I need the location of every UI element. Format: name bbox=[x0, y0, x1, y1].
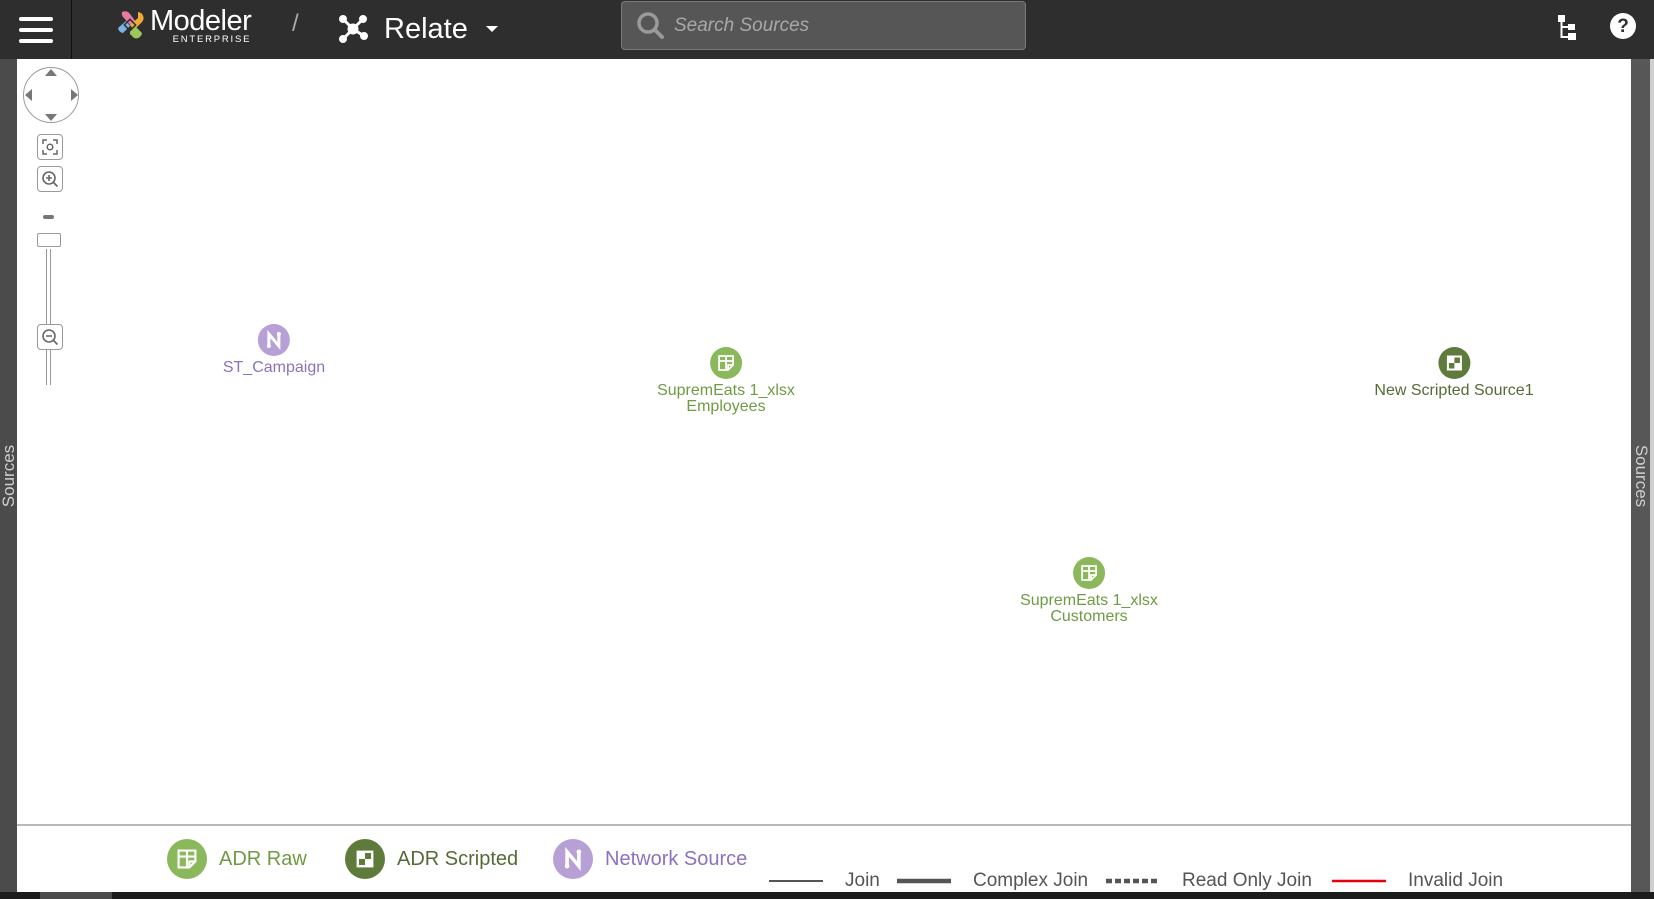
legend-panel: ADR Raw ADR Scripted Network Source Join… bbox=[17, 826, 1631, 892]
right-sources-label: Sources bbox=[1631, 444, 1651, 507]
node-label-line1: SupremEats 1_xlsx bbox=[657, 382, 795, 399]
horizontal-scrollbar[interactable] bbox=[0, 892, 1654, 899]
legend-network-source: Network Source bbox=[553, 839, 747, 879]
brand-name: Modeler bbox=[150, 5, 252, 37]
top-header: Modeler ENTERPRISE / Relate ? bbox=[0, 0, 1654, 59]
search-input[interactable] bbox=[674, 14, 994, 37]
legend-label: Invalid Join bbox=[1408, 870, 1504, 891]
legend-label: ADR Raw bbox=[219, 847, 307, 870]
legend-complex-join: Complex Join bbox=[897, 870, 1088, 892]
node-label-line2: Employees bbox=[686, 398, 766, 415]
zoom-slider-handle[interactable] bbox=[37, 233, 61, 247]
pan-left-arrow-icon[interactable] bbox=[25, 89, 32, 101]
horizontal-scrollbar-thumb[interactable] bbox=[40, 892, 112, 899]
pan-right-arrow-icon[interactable] bbox=[71, 89, 78, 101]
pan-down-arrow-icon[interactable] bbox=[45, 114, 57, 121]
node-label-line1: SupremEats 1_xlsx bbox=[1020, 592, 1158, 609]
source-node-new-scripted-source1[interactable]: New Scripted Source1 bbox=[1374, 347, 1534, 399]
relate-network-icon bbox=[339, 15, 368, 43]
source-node-st-campaign[interactable]: ST_Campaign bbox=[223, 324, 325, 376]
app-logo[interactable]: Modeler ENTERPRISE bbox=[113, 5, 252, 45]
module-title: Relate bbox=[384, 12, 468, 45]
right-edge-strip bbox=[1650, 59, 1654, 892]
hamburger-menu-button[interactable] bbox=[0, 0, 72, 59]
hierarchy-tree-icon[interactable] bbox=[1552, 12, 1582, 42]
complex-join-line-icon bbox=[897, 878, 951, 884]
node-label: ST_Campaign bbox=[222, 359, 326, 376]
invalid-join-line-icon bbox=[1332, 879, 1386, 883]
zoom-slider-track[interactable] bbox=[46, 249, 51, 385]
zoom-out-icon bbox=[42, 329, 59, 346]
legend-join: Join bbox=[769, 870, 880, 892]
hamburger-menu-icon bbox=[18, 16, 53, 43]
search-icon bbox=[637, 11, 664, 39]
node-label-line2: Customers bbox=[1050, 608, 1128, 625]
fit-to-screen-icon bbox=[42, 139, 58, 155]
left-sources-panel-toggle[interactable]: Sources bbox=[0, 59, 18, 892]
pan-up-arrow-icon[interactable] bbox=[45, 69, 57, 76]
network-source-icon bbox=[553, 839, 593, 879]
breadcrumb-separator: / bbox=[292, 10, 299, 37]
module-switcher[interactable]: Relate bbox=[338, 6, 498, 52]
left-sources-label: Sources bbox=[0, 444, 18, 507]
legend-label: Network Source bbox=[605, 847, 748, 870]
right-sources-panel-toggle[interactable]: Sources bbox=[1631, 59, 1651, 892]
fit-to-screen-button[interactable] bbox=[37, 134, 63, 160]
help-icon[interactable]: ? bbox=[1607, 10, 1639, 42]
chevron-down-icon bbox=[485, 26, 498, 32]
legend-adr-raw: ADR Raw bbox=[167, 839, 307, 879]
legend-label: Read Only Join bbox=[1182, 870, 1312, 891]
legend-label: ADR Scripted bbox=[397, 847, 519, 870]
read-only-join-line-icon bbox=[1106, 878, 1160, 884]
modeler-logo-icon bbox=[118, 11, 144, 39]
zoom-in-icon bbox=[42, 171, 59, 188]
adr-scripted-icon bbox=[1438, 347, 1470, 379]
source-node-supremeats-customers[interactable]: SupremEats 1_xlsx Customers bbox=[1020, 557, 1158, 625]
legend-label: Join bbox=[845, 870, 880, 891]
zoom-out-button[interactable] bbox=[37, 324, 63, 350]
adr-raw-icon bbox=[167, 839, 207, 879]
relate-canvas[interactable]: ST_Campaign SupremEats 1_xlsx Employees … bbox=[17, 59, 1631, 826]
zoom-in-button[interactable] bbox=[37, 166, 63, 192]
adr-scripted-icon bbox=[345, 839, 385, 879]
svg-text:?: ? bbox=[1617, 16, 1629, 37]
adr-raw-icon bbox=[710, 347, 742, 379]
zoom-slider-tick bbox=[43, 215, 54, 219]
source-node-supremeats-employees[interactable]: SupremEats 1_xlsx Employees bbox=[657, 347, 795, 415]
adr-raw-icon bbox=[1073, 557, 1105, 589]
node-label: New Scripted Source1 bbox=[1374, 382, 1534, 399]
search-box[interactable] bbox=[621, 1, 1026, 50]
join-line-icon bbox=[769, 880, 823, 882]
legend-invalid-join: Invalid Join bbox=[1332, 870, 1503, 892]
legend-adr-scripted: ADR Scripted bbox=[345, 839, 518, 879]
legend-read-only-join: Read Only Join bbox=[1106, 870, 1312, 892]
legend-label: Complex Join bbox=[973, 870, 1089, 891]
network-source-icon bbox=[258, 324, 290, 356]
